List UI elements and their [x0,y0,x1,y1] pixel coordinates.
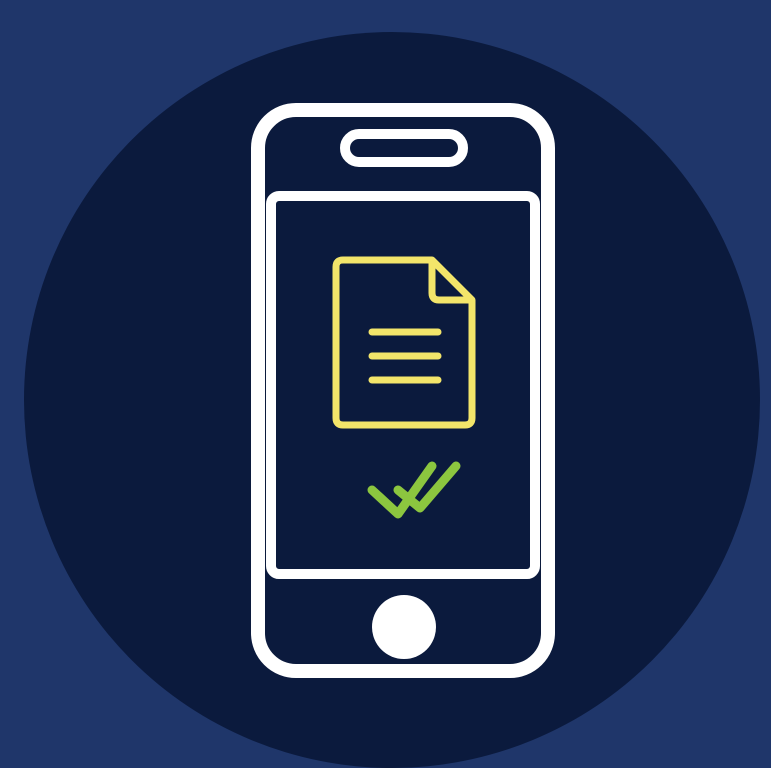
illustration-canvas [0,0,771,768]
phone-home-button [372,595,436,659]
mobile-document-approval-illustration [0,0,771,768]
background-circle [24,32,760,768]
